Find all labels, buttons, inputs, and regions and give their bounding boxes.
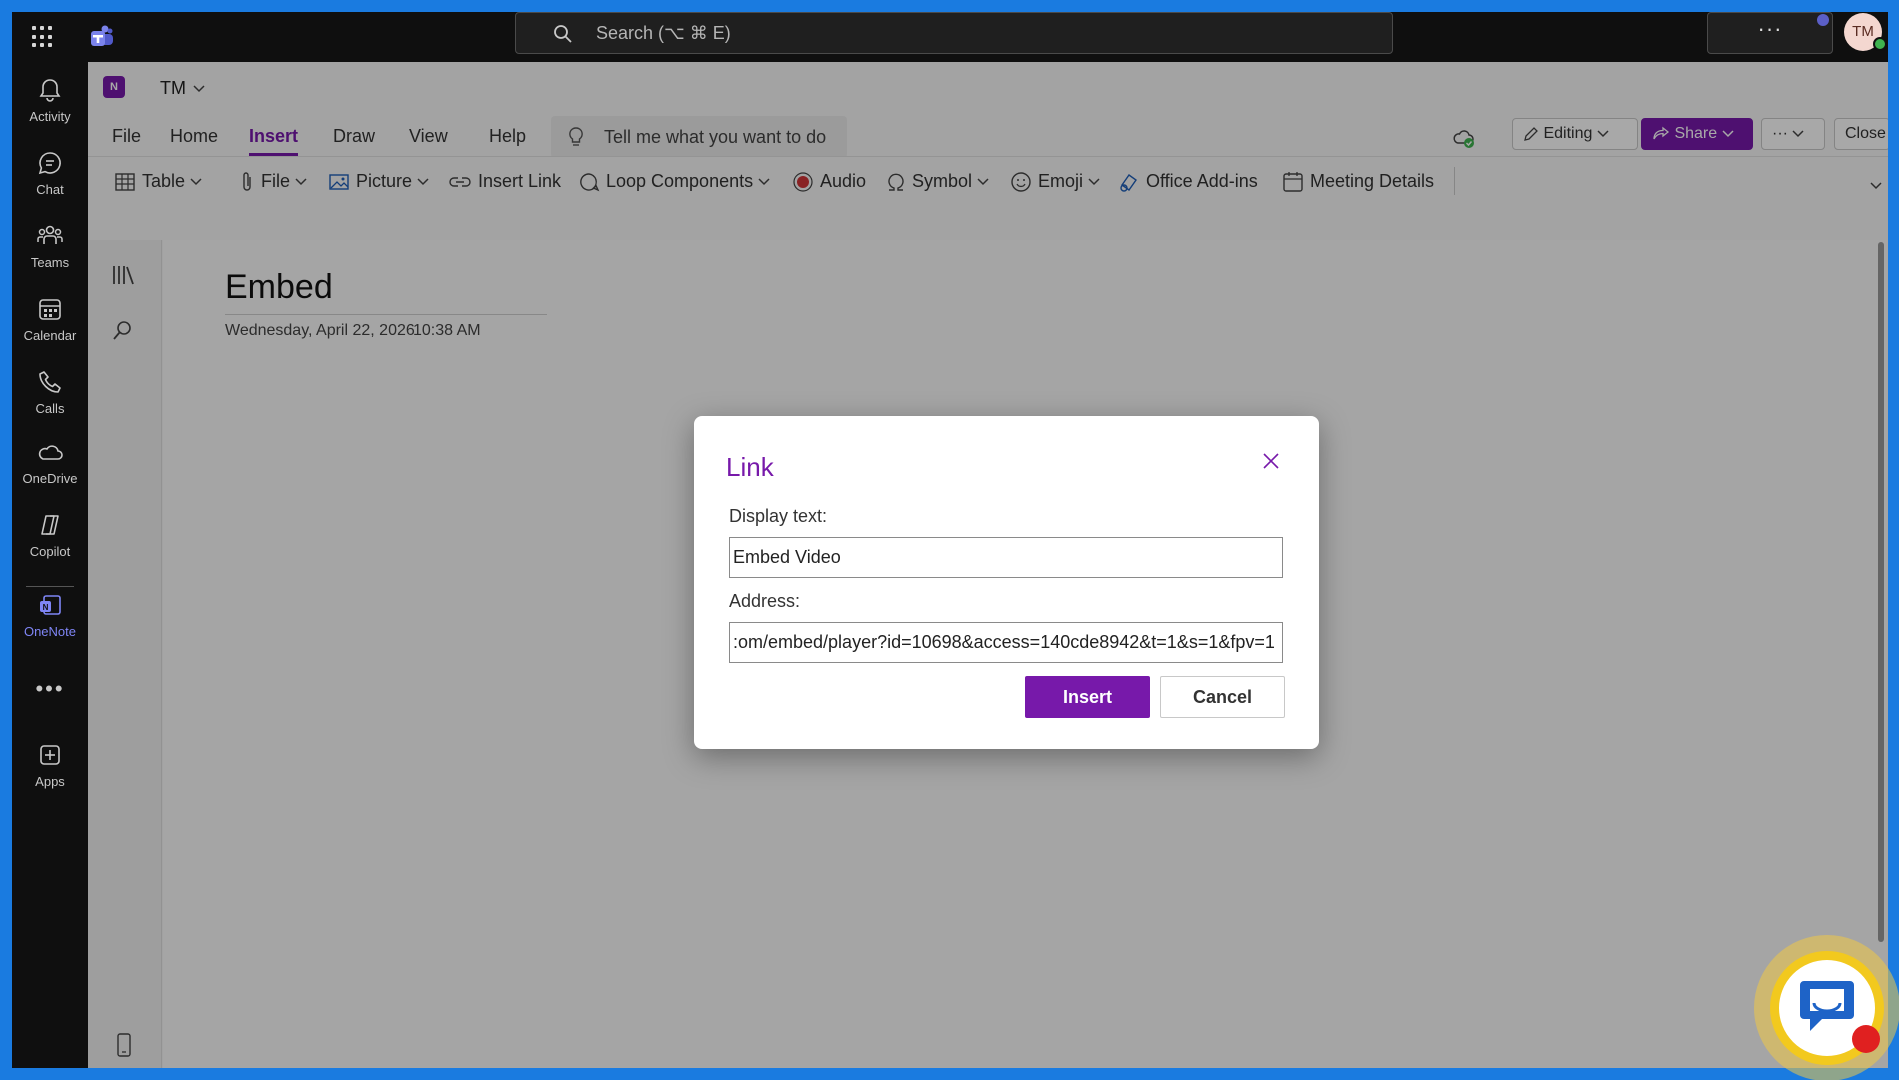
- address-input[interactable]: :om/embed/player?id=10698&access=140cde8…: [729, 622, 1283, 663]
- rail-label: OneNote: [23, 624, 77, 639]
- rail-item-chat[interactable]: Chat: [12, 143, 88, 207]
- more-options-button[interactable]: ···: [1707, 12, 1833, 54]
- cloud-icon: [38, 445, 63, 460]
- teams-logo-icon: [91, 25, 113, 46]
- unread-badge: [1852, 1025, 1880, 1053]
- presence-available-icon: [1873, 37, 1887, 51]
- search-bar[interactable]: Search (⌥ ⌘ E): [515, 12, 1393, 54]
- close-icon[interactable]: [1260, 450, 1282, 472]
- rail-label: Activity: [29, 109, 71, 124]
- left-rail: Activity Chat Teams Calendar Calls OneDr…: [12, 62, 88, 1068]
- chat-support-widget[interactable]: [1754, 935, 1899, 1080]
- rail-item-copilot[interactable]: Copilot: [12, 505, 88, 569]
- rail-label: Calendar: [23, 328, 77, 343]
- rail-item-apps[interactable]: Apps: [12, 735, 88, 799]
- rail-label: Apps: [35, 774, 65, 789]
- onenote-icon: N: [40, 595, 61, 615]
- dialog-title: Link: [726, 452, 774, 482]
- chat-icon: [38, 152, 61, 175]
- bell-icon: [39, 79, 61, 102]
- teams-icon: [37, 225, 63, 244]
- link-dialog: Link Display text: Address: :om/embed/pl…: [694, 416, 1319, 749]
- rail-label: Teams: [30, 255, 70, 270]
- rail-item-onenote[interactable]: N OneNote: [12, 585, 88, 649]
- plus-icon: [40, 745, 60, 765]
- app-launcher-icon[interactable]: [30, 24, 56, 50]
- notification-dot: [1817, 14, 1829, 26]
- chat-bubble-icon: [1800, 981, 1854, 1031]
- rail-label: Calls: [35, 401, 65, 416]
- rail-item-onedrive[interactable]: OneDrive: [12, 432, 88, 496]
- app-window: Search (⌥ ⌘ E) ··· TM Activity Chat Team…: [12, 12, 1888, 1068]
- top-bar: Search (⌥ ⌘ E) ··· TM: [12, 12, 1888, 62]
- phone-icon: [39, 371, 61, 393]
- rail-more-apps-button[interactable]: •••: [12, 676, 88, 702]
- rail-item-teams[interactable]: Teams: [12, 216, 88, 280]
- display-text-label: Display text:: [729, 506, 828, 526]
- rail-item-calendar[interactable]: Calendar: [12, 289, 88, 353]
- insert-button[interactable]: Insert: [1025, 676, 1150, 718]
- svg-text:N: N: [43, 603, 49, 612]
- copilot-icon: [41, 515, 59, 535]
- rail-item-calls[interactable]: Calls: [12, 362, 88, 426]
- rail-label: Copilot: [29, 544, 71, 559]
- rail-item-activity[interactable]: Activity: [12, 70, 88, 134]
- address-label: Address:: [729, 591, 801, 611]
- cancel-button[interactable]: Cancel: [1160, 676, 1285, 718]
- rail-label: Chat: [36, 182, 64, 197]
- search-icon: [554, 25, 572, 43]
- display-text-input[interactable]: [729, 537, 1283, 578]
- calendar-icon: [39, 299, 61, 320]
- search-placeholder: Search (⌥ ⌘ E): [596, 23, 731, 43]
- rail-label: OneDrive: [22, 471, 78, 486]
